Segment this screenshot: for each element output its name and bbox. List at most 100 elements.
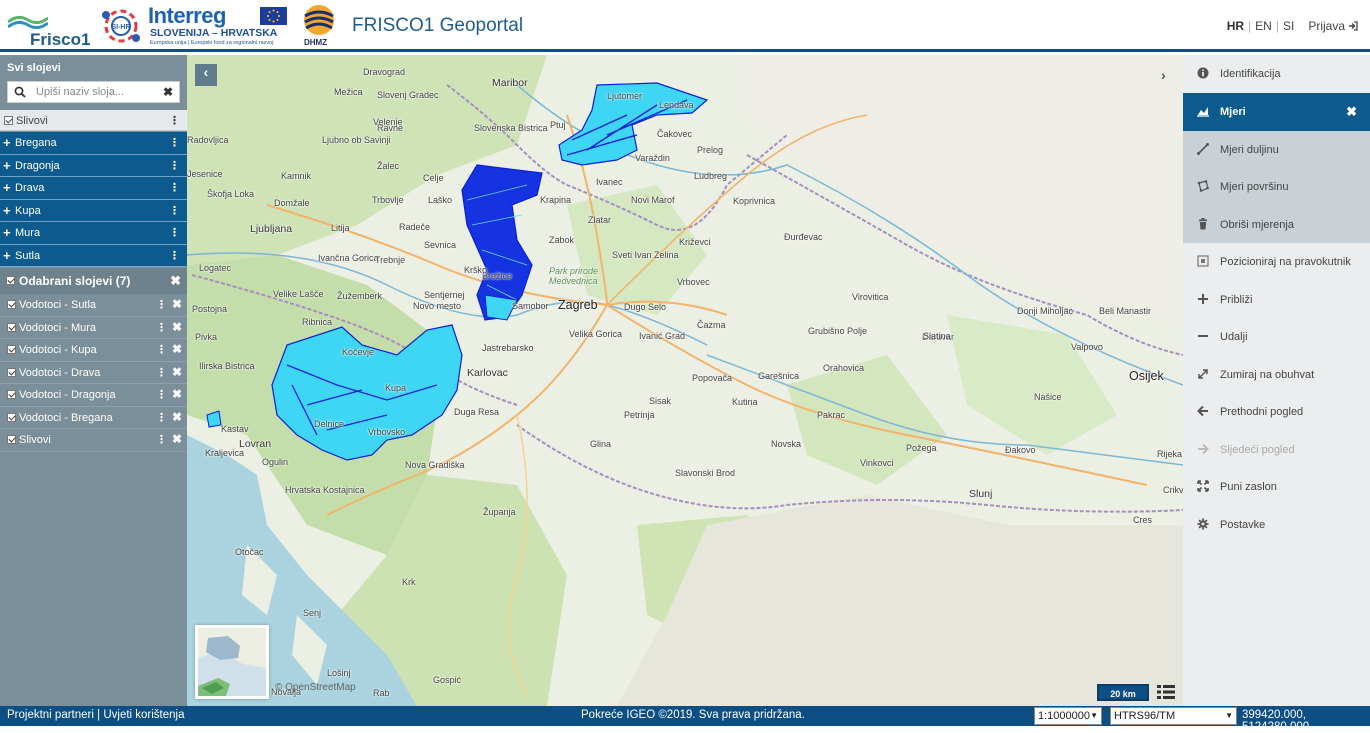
map-label: Požega — [906, 443, 937, 453]
expand-plus-icon[interactable]: + — [3, 181, 11, 194]
selected-layer-row[interactable]: Vodotoci - Dragonja ⋮ ✖ — [0, 384, 187, 407]
layer-group-bregana[interactable]: + Bregana ⋮ — [0, 132, 187, 155]
lang-hr[interactable]: HR — [1223, 19, 1248, 33]
layer-label: Slivovi — [16, 115, 48, 127]
tool-obrisi-mjerenja[interactable]: Obriši mjerenja — [1183, 205, 1370, 243]
legend-list-icon[interactable] — [1157, 684, 1175, 700]
terms-link[interactable]: Uvjeti korištenja — [103, 709, 184, 721]
tool-udalji[interactable]: Udalji — [1183, 318, 1370, 356]
select-all-checkbox[interactable] — [6, 276, 15, 285]
kebab-menu-icon[interactable]: ⋮ — [169, 249, 180, 262]
layer-checkbox[interactable] — [4, 116, 13, 125]
kebab-menu-icon[interactable]: ⋮ — [156, 411, 167, 424]
remove-layer-icon[interactable]: ✖ — [172, 297, 182, 311]
interreg-subtitle: SLOVENIJA – HRVATSKA — [150, 27, 278, 39]
plus-icon — [1198, 293, 1208, 304]
tool-prethodni-pogled[interactable]: Prethodni pogled — [1183, 393, 1370, 431]
tool-label: Obriši mjerenja — [1220, 218, 1294, 231]
gear-icon — [1197, 518, 1209, 529]
tool-identifikacija[interactable]: Identifikacija — [1183, 55, 1370, 93]
crs-select[interactable]: HTRS96/TM ▼ — [1110, 707, 1237, 725]
interreg-logo[interactable]: SI-HR Interreg SLOVENIJA – HRVATSKA Euro… — [98, 3, 290, 49]
kebab-menu-icon[interactable]: ⋮ — [169, 159, 180, 172]
tool-sljedeci-pogled[interactable]: Sljedeći pogled — [1183, 431, 1370, 469]
clear-search-icon[interactable]: ✖ — [163, 85, 173, 99]
map-attribution[interactable]: © OpenStreetMap — [275, 682, 356, 693]
layer-checkbox[interactable] — [7, 345, 16, 354]
tool-mjeri-duljinu[interactable]: Mjeri duljinu — [1183, 130, 1370, 168]
selected-layer-row[interactable]: Slivovi ⋮ ✖ — [0, 429, 187, 452]
layer-group-kupa[interactable]: + Kupa ⋮ — [0, 199, 187, 222]
layer-search-input[interactable] — [36, 84, 160, 100]
layer-checkbox[interactable] — [7, 435, 16, 444]
kebab-menu-icon[interactable]: ⋮ — [169, 136, 180, 149]
tool-pozicioniraj[interactable]: Pozicioniraj na pravokutnik — [1183, 243, 1370, 281]
layer-checkbox[interactable] — [7, 300, 16, 309]
expand-plus-icon[interactable]: + — [3, 204, 11, 217]
tool-priblizi[interactable]: Približi — [1183, 281, 1370, 319]
tool-mjeri[interactable]: Mjeri ✖ — [1183, 93, 1370, 131]
selected-layer-row[interactable]: Vodotoci - Mura ⋮ ✖ — [0, 317, 187, 339]
lang-si[interactable]: SI — [1279, 19, 1298, 33]
layer-checkbox[interactable] — [7, 322, 16, 332]
remove-layer-icon[interactable]: ✖ — [172, 320, 182, 334]
tool-postavke[interactable]: Postavke — [1183, 506, 1370, 544]
expand-plus-icon[interactable]: + — [3, 136, 11, 149]
map-label: Radovljica — [187, 135, 229, 145]
overview-map[interactable] — [195, 625, 269, 699]
selected-layer-row[interactable]: Vodotoci - Bregana ⋮ ✖ — [0, 407, 187, 429]
map-canvas[interactable]: Dravograd Maribor Mežica Slovenj Gradec … — [187, 55, 1183, 706]
map-label: Valpovo — [1071, 342, 1103, 352]
scale-select[interactable]: 1:1000000 ▼ — [1034, 707, 1102, 725]
layer-group-drava[interactable]: + Drava ⋮ — [0, 177, 187, 200]
tool-zumiraj-obuhvat[interactable]: Zumiraj na obuhvat — [1183, 356, 1370, 394]
kebab-menu-icon[interactable]: ⋮ — [169, 114, 180, 127]
selected-layer-row[interactable]: Vodotoci - Sutla ⋮ ✖ — [0, 294, 187, 317]
map-label: Domžale — [274, 198, 310, 208]
layer-checkbox[interactable] — [7, 367, 16, 377]
tool-label: Mjeri površinu — [1220, 181, 1289, 193]
lang-en[interactable]: EN — [1251, 19, 1276, 33]
kebab-menu-icon[interactable]: ⋮ — [156, 366, 167, 379]
map-label: Karlovac — [467, 367, 508, 379]
frisco-logo[interactable]: Frisco1 — [6, 8, 90, 49]
expand-plus-icon[interactable]: + — [3, 249, 11, 262]
tool-mjeri-povrsinu[interactable]: Mjeri površinu — [1183, 168, 1370, 206]
kebab-menu-icon[interactable]: ⋮ — [169, 181, 180, 194]
remove-layer-icon[interactable]: ✖ — [172, 410, 182, 424]
kebab-menu-icon[interactable]: ⋮ — [156, 343, 167, 356]
collapse-right-panel-button[interactable]: › — [1161, 67, 1175, 83]
selected-layer-row[interactable]: Vodotoci - Drava ⋮ ✖ — [0, 362, 187, 384]
expand-plus-icon[interactable]: + — [3, 159, 11, 172]
map-label: Ivanić Grad — [639, 331, 686, 341]
kebab-menu-icon[interactable]: ⋮ — [156, 433, 167, 446]
layer-group-mura[interactable]: + Mura ⋮ — [0, 222, 187, 245]
expand-plus-icon[interactable]: + — [3, 226, 11, 239]
tool-puni-zaslon[interactable]: Puni zaslon — [1183, 468, 1370, 506]
collapse-left-panel-button[interactable]: ‹ — [195, 64, 217, 86]
layer-row-slivovi[interactable]: Slivovi ⋮ — [0, 110, 187, 131]
dhmz-logo[interactable]: DHMZ — [300, 4, 338, 48]
login-link[interactable]: Prijava — [1304, 19, 1362, 33]
close-tool-icon[interactable]: ✖ — [1346, 104, 1357, 120]
map-label: Novi Marof — [631, 195, 675, 205]
remove-layer-icon[interactable]: ✖ — [172, 387, 182, 401]
layer-group-sutla[interactable]: + Sutla ⋮ — [0, 244, 187, 267]
scale-select-value: 1:1000000 — [1038, 710, 1090, 722]
layer-group-dragonja[interactable]: + Dragonja ⋮ — [0, 154, 187, 177]
remove-all-icon[interactable]: ✖ — [170, 273, 181, 289]
remove-layer-icon[interactable]: ✖ — [172, 365, 182, 379]
remove-layer-icon[interactable]: ✖ — [172, 432, 182, 446]
layer-checkbox[interactable] — [7, 390, 16, 399]
partners-link[interactable]: Projektni partneri — [7, 709, 94, 721]
selected-layer-label: Slivovi — [19, 434, 51, 446]
kebab-menu-icon[interactable]: ⋮ — [156, 321, 167, 334]
trash-icon — [1199, 217, 1207, 229]
kebab-menu-icon[interactable]: ⋮ — [169, 226, 180, 239]
kebab-menu-icon[interactable]: ⋮ — [156, 388, 167, 401]
selected-layer-row[interactable]: Vodotoci - Kupa ⋮ ✖ — [0, 339, 187, 362]
kebab-menu-icon[interactable]: ⋮ — [156, 298, 167, 311]
layer-checkbox[interactable] — [7, 412, 16, 422]
remove-layer-icon[interactable]: ✖ — [172, 342, 182, 356]
kebab-menu-icon[interactable]: ⋮ — [169, 204, 180, 217]
